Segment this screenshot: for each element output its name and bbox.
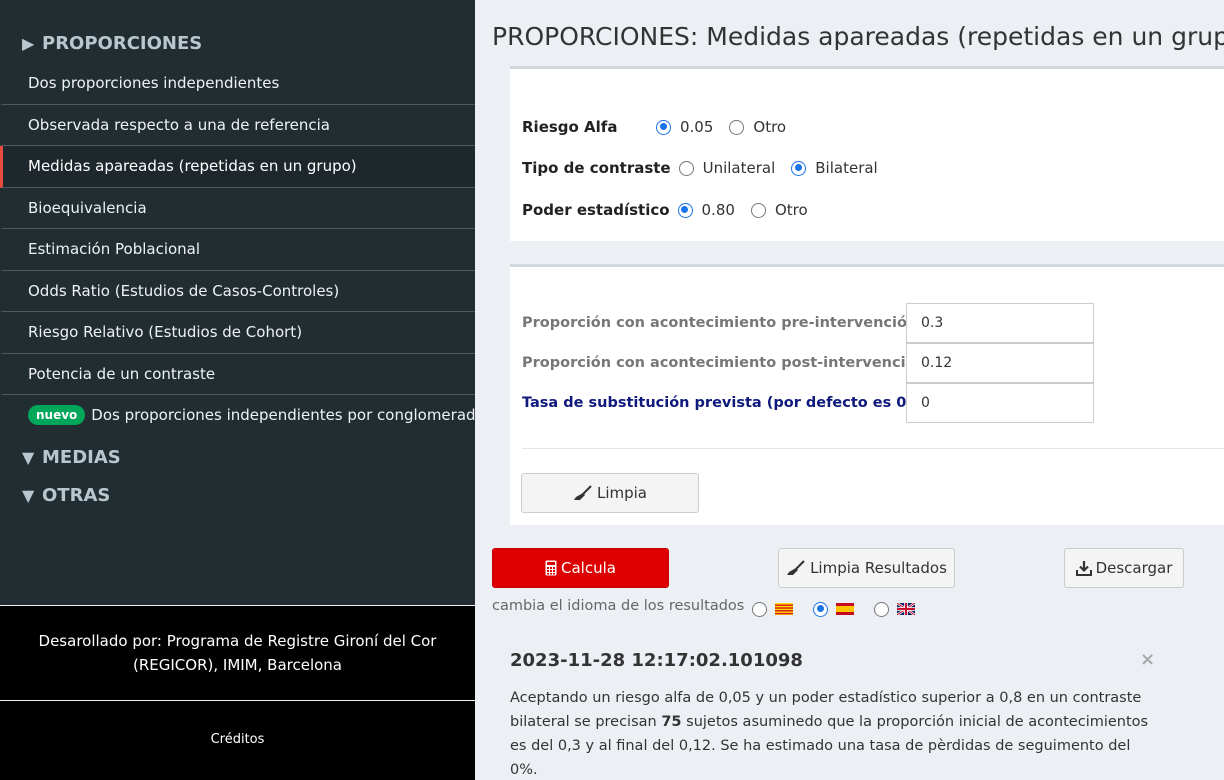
triangle-right-icon: ▶ <box>22 34 35 53</box>
alpha-option-otro[interactable]: Otro <box>729 118 786 136</box>
radio-icon[interactable] <box>750 202 766 218</box>
substitution-rate-row: Tasa de substitución prevista (por defec… <box>522 383 1094 423</box>
divider <box>522 448 1224 449</box>
language-label: cambia el idioma de los resultados <box>492 598 745 614</box>
developer-line-2: (REGICOR), IMIM, Barcelona <box>133 656 342 674</box>
sidebar-item-dos-proporciones[interactable]: Dos proporciones independientes <box>0 63 475 105</box>
triangle-down-icon: ▼ <box>22 447 35 467</box>
alpha-label: Riesgo Alfa <box>522 118 618 136</box>
contrast-option-unilateral[interactable]: Unilateral <box>678 159 776 177</box>
post-intervention-label: Proporción con acontecimiento post-inter… <box>522 355 926 371</box>
credits-link[interactable]: Créditos <box>0 701 475 780</box>
power-label: Poder estadístico <box>522 201 670 219</box>
power-option-080-label: 0.80 <box>701 201 735 219</box>
sidebar-item-bioequivalencia[interactable]: Bioequivalencia <box>0 188 475 229</box>
radio-icon[interactable] <box>729 119 745 135</box>
sidebar-item-odds-ratio[interactable]: Odds Ratio (Estudios de Casos-Controles) <box>0 271 475 312</box>
contrast-label: Tipo de contraste <box>522 159 671 177</box>
section-proporciones-label: PROPORCIONES <box>42 33 203 54</box>
language-selector: cambia el idioma de los resultados <box>492 598 927 617</box>
power-row: Poder estadístico 0.80 Otro <box>522 199 824 221</box>
sidebar-item-medidas-apareadas[interactable]: Medidas apareadas (repetidas en un grupo… <box>0 146 475 188</box>
contrast-option-unilateral-label: Unilateral <box>702 159 776 177</box>
section-medias-label: MEDIAS <box>42 446 121 468</box>
sidebar: ▶ PROPORCIONES Dos proporciones independ… <box>0 0 475 605</box>
contrast-option-bilateral[interactable]: Bilateral <box>791 159 878 177</box>
broom-icon <box>573 485 592 500</box>
sidebar-item-potencia[interactable]: Potencia de un contraste <box>0 354 475 395</box>
limpia-resultados-label: Limpia Resultados <box>810 559 947 577</box>
result-text: Aceptando un riesgo alfa de 0,05 y un po… <box>510 686 1150 780</box>
power-option-080[interactable]: 0.80 <box>677 201 735 219</box>
result-timestamp: 2023-11-28 12:17:02.101098 <box>510 650 803 671</box>
download-icon <box>1075 561 1092 576</box>
substitution-rate-input[interactable]: 0 <box>906 383 1094 423</box>
section-proporciones[interactable]: ▶ PROPORCIONES <box>0 25 475 63</box>
sidebar-item-estimacion[interactable]: Estimación Poblacional <box>0 229 475 271</box>
catalan-flag-icon <box>775 603 794 615</box>
alpha-row: Riesgo Alfa 0.05 Otro <box>522 116 802 138</box>
post-intervention-input[interactable]: 0.12 <box>906 343 1094 383</box>
sidebar-item-conglomerados-label: Dos proporciones independientes por cong… <box>91 406 475 424</box>
section-otras-label: OTRAS <box>42 484 111 506</box>
pre-intervention-input[interactable]: 0.3 <box>906 303 1094 343</box>
developer-line-1: Desarollado por: Programa de Registre Gi… <box>38 632 437 650</box>
alpha-option-005-label: 0.05 <box>680 118 714 136</box>
contrast-option-bilateral-label: Bilateral <box>815 159 878 177</box>
power-option-otro-label: Otro <box>774 201 808 219</box>
contrast-row: Tipo de contraste Unilateral Bilateral <box>522 157 894 179</box>
radio-icon[interactable] <box>678 160 694 176</box>
sidebar-item-conglomerados[interactable]: nuevo Dos proporciones independientes por… <box>0 395 475 437</box>
page-title: PROPORCIONES: Medidas apareadas (repetid… <box>492 22 1224 51</box>
radio-selected-icon[interactable] <box>791 160 807 176</box>
broom-icon <box>787 560 805 575</box>
limpia-button[interactable]: Limpia <box>521 473 699 513</box>
radio-selected-icon[interactable] <box>656 119 671 135</box>
limpia-resultados-button[interactable]: Limpia Resultados <box>778 548 955 588</box>
calculator-icon <box>545 560 557 576</box>
substitution-rate-label: Tasa de substitución prevista (por defec… <box>522 395 914 411</box>
radio-selected-icon[interactable] <box>677 202 693 218</box>
developer-info: Desarollado por: Programa de Registre Gi… <box>0 606 475 700</box>
pre-intervention-row: Proporción con acontecimiento pre-interv… <box>522 303 1094 343</box>
alpha-option-005[interactable]: 0.05 <box>656 118 713 136</box>
parameters-box: Riesgo Alfa 0.05 Otro Tipo de contraste … <box>510 66 1224 241</box>
language-radio-spanish[interactable] <box>813 601 829 617</box>
pre-intervention-label: Proporción con acontecimiento pre-interv… <box>522 315 918 331</box>
calcula-button[interactable]: Calcula <box>492 548 669 588</box>
inputs-box: Proporción con acontecimiento pre-interv… <box>510 264 1224 525</box>
post-intervention-row: Proporción con acontecimiento post-inter… <box>522 343 1094 383</box>
language-radio-english[interactable] <box>874 601 890 617</box>
limpia-button-label: Limpia <box>596 484 648 502</box>
language-radio-catalan[interactable] <box>752 601 768 617</box>
close-icon[interactable]: × <box>1140 649 1155 670</box>
sidebar-item-riesgo-relativo[interactable]: Riesgo Relativo (Estudios de Cohort) <box>0 312 475 354</box>
descargar-label: Descargar <box>1095 559 1173 577</box>
sidebar-item-observada[interactable]: Observada respecto a una de referencia <box>0 105 475 146</box>
result-sample-size: 75 <box>661 714 682 730</box>
section-otras[interactable]: ▼ OTRAS <box>0 477 475 515</box>
new-badge: nuevo <box>28 405 86 425</box>
power-option-otro[interactable]: Otro <box>750 201 808 219</box>
triangle-down-icon: ▼ <box>22 485 35 505</box>
section-medias[interactable]: ▼ MEDIAS <box>0 439 475 477</box>
descargar-button[interactable]: Descargar <box>1064 548 1184 588</box>
alpha-option-otro-label: Otro <box>753 118 787 136</box>
calcula-button-label: Calcula <box>561 559 616 577</box>
uk-flag-icon <box>897 603 916 615</box>
spain-flag-icon <box>836 603 855 615</box>
